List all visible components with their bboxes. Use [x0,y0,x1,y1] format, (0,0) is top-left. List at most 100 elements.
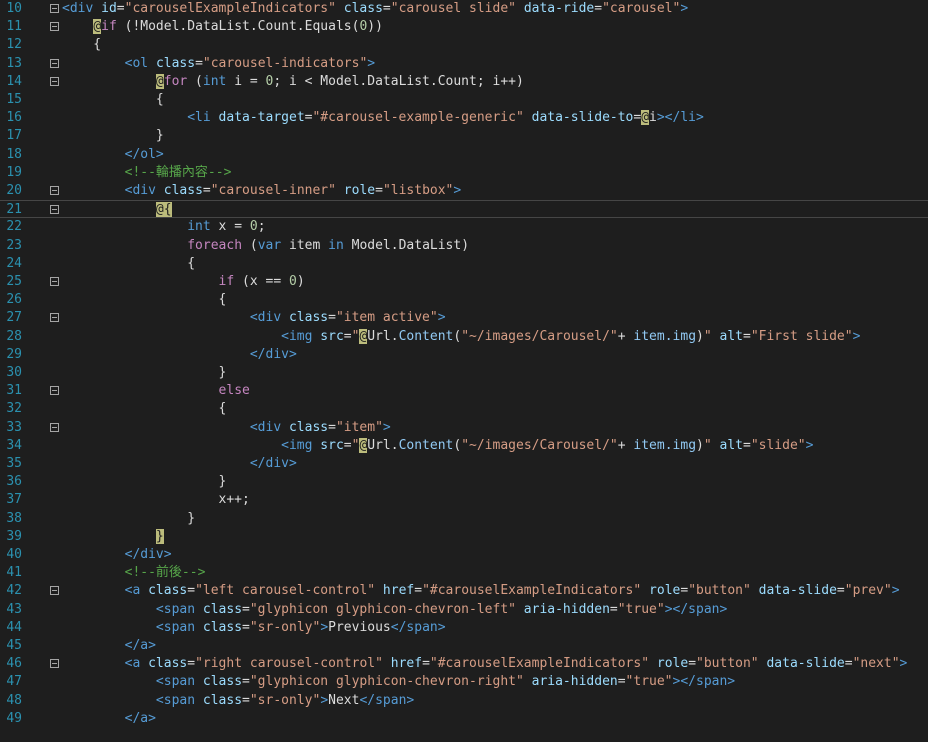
token-text: = [743,437,751,453]
collapse-icon[interactable] [50,422,59,432]
code-line[interactable]: 27 <div class="item active"> [0,309,928,327]
collapse-icon[interactable] [50,277,59,286]
code-line[interactable]: 42 <a class="left carousel-control" href… [0,582,928,600]
collapse-icon[interactable] [50,4,59,13]
token-tag: > [680,1,689,16]
code-line[interactable]: 35 </div> [0,455,928,473]
token-tag: ></span> [664,601,728,617]
collapse-icon[interactable] [50,22,59,32]
code-line[interactable]: 16 <li data-target="#carousel-example-ge… [0,109,928,127]
token-attr: role [649,583,681,599]
code-line[interactable]: 33 <div class="item"> [0,419,928,437]
token-str: "First slide" [750,328,853,344]
code-line[interactable]: 23 foreach (var item in Model.DataList) [0,237,928,255]
token-text: = [328,310,336,326]
token-tag: <li [187,110,219,126]
code-line[interactable]: 26 { [0,291,928,309]
line-number: 39 [6,528,22,544]
line-number: 24 [6,255,22,271]
collapse-icon[interactable] [50,205,59,215]
code-line[interactable]: 44 <span class="sr-only">Previous</span> [0,619,928,637]
token-tag: ></li> [656,110,704,126]
code-line[interactable]: 18 </ol> [0,146,928,164]
code-line[interactable]: 19 <!--輪播內容--> [0,164,928,182]
token-text: = [343,437,352,453]
code-line[interactable]: 37 x++; [0,491,928,509]
code-line[interactable]: 46 <a class="right carousel-control" hre… [0,655,928,673]
token-text: { [62,92,164,107]
code-line[interactable]: 48 <span class="sr-only">Next</span> [0,692,928,710]
token-text: Url. [367,328,399,344]
code-line[interactable]: 39 } [0,528,928,546]
code-line[interactable]: 43 <span class="glyphicon glyphicon-chev… [0,601,928,619]
line-number: 27 [6,310,22,326]
token-kwblue: int [187,219,211,235]
token-text: ) [296,274,305,289]
collapse-icon[interactable] [50,586,59,596]
code-line[interactable]: 25 if (x == 0) [0,273,928,291]
code-line[interactable]: 32 { [0,400,928,418]
line-number: 35 [6,456,22,471]
token-kw: if [218,274,235,289]
line-number: 31 [6,383,22,399]
collapse-icon[interactable] [50,76,59,86]
collapse-icon[interactable] [50,659,59,669]
code-line[interactable]: 49 </a> [0,710,928,728]
code-line[interactable]: 38 } [0,510,928,528]
token-text: )) [367,19,383,35]
collapse-icon[interactable] [50,186,59,195]
token-text: = [836,583,845,599]
code-line[interactable]: 34 <img src="@Url.Content("~/images/Caro… [0,437,928,455]
code-text: { [62,255,195,273]
code-line[interactable]: 11 @if (!Model.DataList.Count.Equals(0)) [0,18,928,36]
code-line[interactable]: 47 <span class="glyphicon glyphicon-chev… [0,673,928,691]
code-line[interactable]: 36 } [0,473,928,491]
code-line[interactable]: 15 { [0,91,928,109]
token-text: ) [696,437,704,453]
token-text: = [594,1,603,16]
token-tag: </div> [249,456,297,471]
collapse-icon[interactable] [50,58,59,68]
code-line[interactable]: 40 </div> [0,546,928,564]
code-line[interactable]: 20 <div class="carousel-inner" role="lis… [0,182,928,200]
line-number: 32 [6,401,22,417]
code-line[interactable]: 31 else [0,382,928,400]
token-tag: <span [155,601,203,617]
code-line[interactable]: 30 } [0,364,928,382]
token-tag: <span [155,692,203,708]
token-attr: class [288,310,329,326]
line-number: 40 [6,547,22,562]
line-number: 23 [6,237,22,253]
line-number: 41 [6,565,22,581]
code-line[interactable]: 29 </div> [0,346,928,364]
collapse-icon[interactable] [50,313,59,323]
code-editor[interactable]: 10 <div id="carouselExampleIndicators" cl… [0,0,928,742]
code-line[interactable]: 45 </a> [0,637,928,655]
code-line[interactable]: 13 <ol class="carousel-indicators"> [0,55,928,73]
token-text: Model.DataList) [343,237,470,253]
code-line[interactable]: 14 @for (int i = 0; i < Model.DataList.C… [0,73,928,91]
code-line[interactable]: 22 int x = 0; [0,218,928,236]
token-text: = [680,583,689,599]
code-line[interactable]: 41 <!--前後--> [0,564,928,582]
token-comment: <!--前後--> [124,565,206,581]
code-line[interactable]: 17 } [0,127,928,145]
code-line[interactable]: 12 { [0,36,928,54]
collapse-icon[interactable] [50,386,59,396]
code-line[interactable]: 28 <img src="@Url.Content("~/images/Caro… [0,328,928,346]
code-text: </a> [62,637,156,655]
code-line[interactable]: 21 @{ [0,200,928,219]
token-attr: src [320,328,344,344]
code-line[interactable]: 10 <div id="carouselExampleIndicators" cl… [0,0,928,18]
code-line[interactable]: 24 { [0,255,928,273]
token-text: ; i < Model.DataList.Count; i++) [273,73,524,89]
token-tag: <span [155,674,203,690]
